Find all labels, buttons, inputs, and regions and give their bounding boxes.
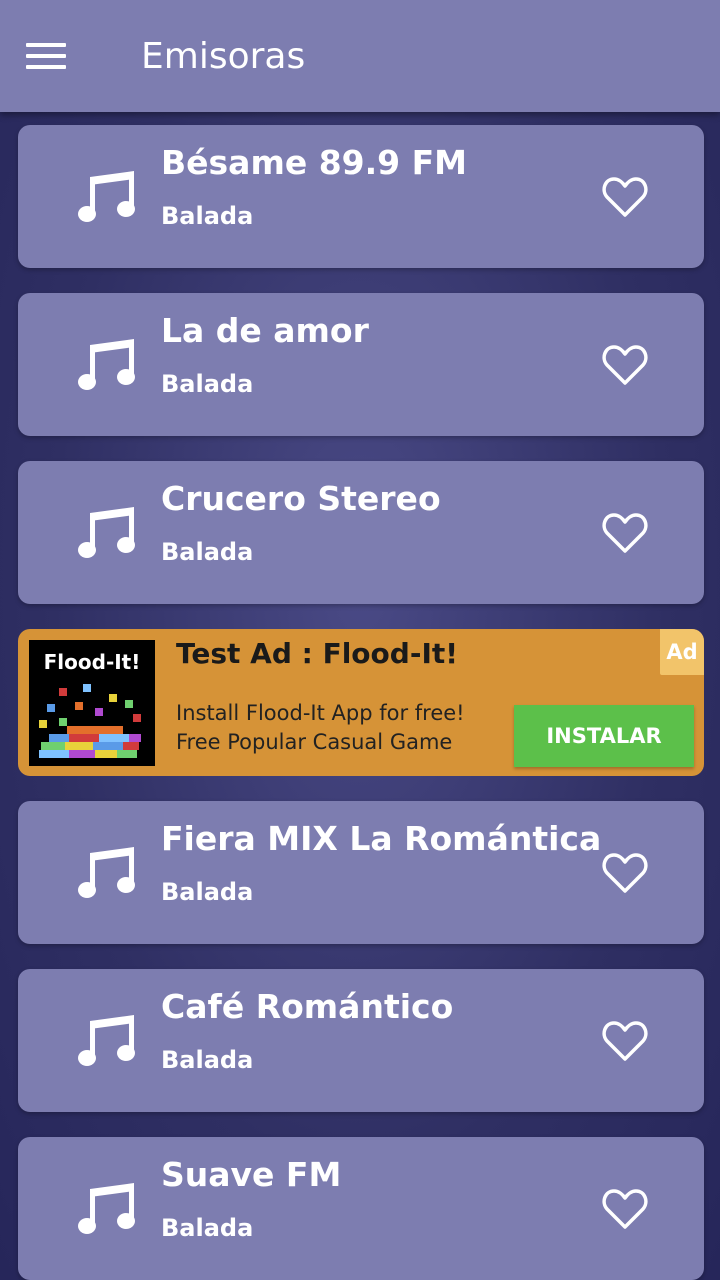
station-genre: Balada	[161, 538, 254, 566]
station-genre: Balada	[161, 878, 254, 906]
station-genre: Balada	[161, 1046, 254, 1074]
ad-title: Test Ad : Flood-It!	[176, 637, 459, 670]
ad-banner[interactable]: Flood-It! Test Ad : Flood-It! Ad Install…	[18, 629, 704, 776]
station-card[interactable]: La de amor Balada	[18, 293, 704, 436]
music-note-icon	[78, 507, 135, 558]
ad-badge: Ad	[660, 629, 704, 675]
favorite-heart-icon[interactable]	[602, 175, 648, 219]
favorite-heart-icon[interactable]	[602, 343, 648, 387]
station-card[interactable]: Fiera MIX La Romántica Balada	[18, 801, 704, 944]
station-name: Bésame 89.9 FM	[161, 143, 467, 182]
favorite-heart-icon[interactable]	[602, 1187, 648, 1231]
ad-body-line2: Free Popular Casual Game	[176, 730, 453, 754]
station-genre: Balada	[161, 202, 254, 230]
station-genre: Balada	[161, 370, 254, 398]
favorite-heart-icon[interactable]	[602, 851, 648, 895]
station-name: Crucero Stereo	[161, 479, 441, 518]
station-genre: Balada	[161, 1214, 254, 1242]
station-name: Suave FM	[161, 1155, 342, 1194]
ad-app-logo: Flood-It!	[29, 640, 155, 766]
music-note-icon	[78, 339, 135, 390]
music-note-icon	[78, 171, 135, 222]
station-name: Café Romántico	[161, 987, 454, 1026]
ad-install-button[interactable]: INSTALAR	[514, 705, 694, 767]
station-name: Fiera MIX La Romántica	[161, 819, 602, 858]
menu-icon[interactable]	[26, 36, 74, 76]
music-note-icon	[78, 847, 135, 898]
favorite-heart-icon[interactable]	[602, 511, 648, 555]
station-card[interactable]: Crucero Stereo Balada	[18, 461, 704, 604]
station-name: La de amor	[161, 311, 369, 350]
favorite-heart-icon[interactable]	[602, 1019, 648, 1063]
ad-description: Install Flood-It App for free! Free Popu…	[176, 699, 516, 757]
ad-body-line1: Install Flood-It App for free!	[176, 701, 465, 725]
ad-logo-pixels	[39, 684, 141, 758]
music-note-icon	[78, 1015, 135, 1066]
station-card[interactable]: Café Romántico Balada	[18, 969, 704, 1112]
station-card[interactable]: Suave FM Balada	[18, 1137, 704, 1280]
app-bar: Emisoras	[0, 0, 720, 112]
music-note-icon	[78, 1183, 135, 1234]
page-title: Emisoras	[141, 36, 306, 77]
station-card[interactable]: Bésame 89.9 FM Balada	[18, 125, 704, 268]
